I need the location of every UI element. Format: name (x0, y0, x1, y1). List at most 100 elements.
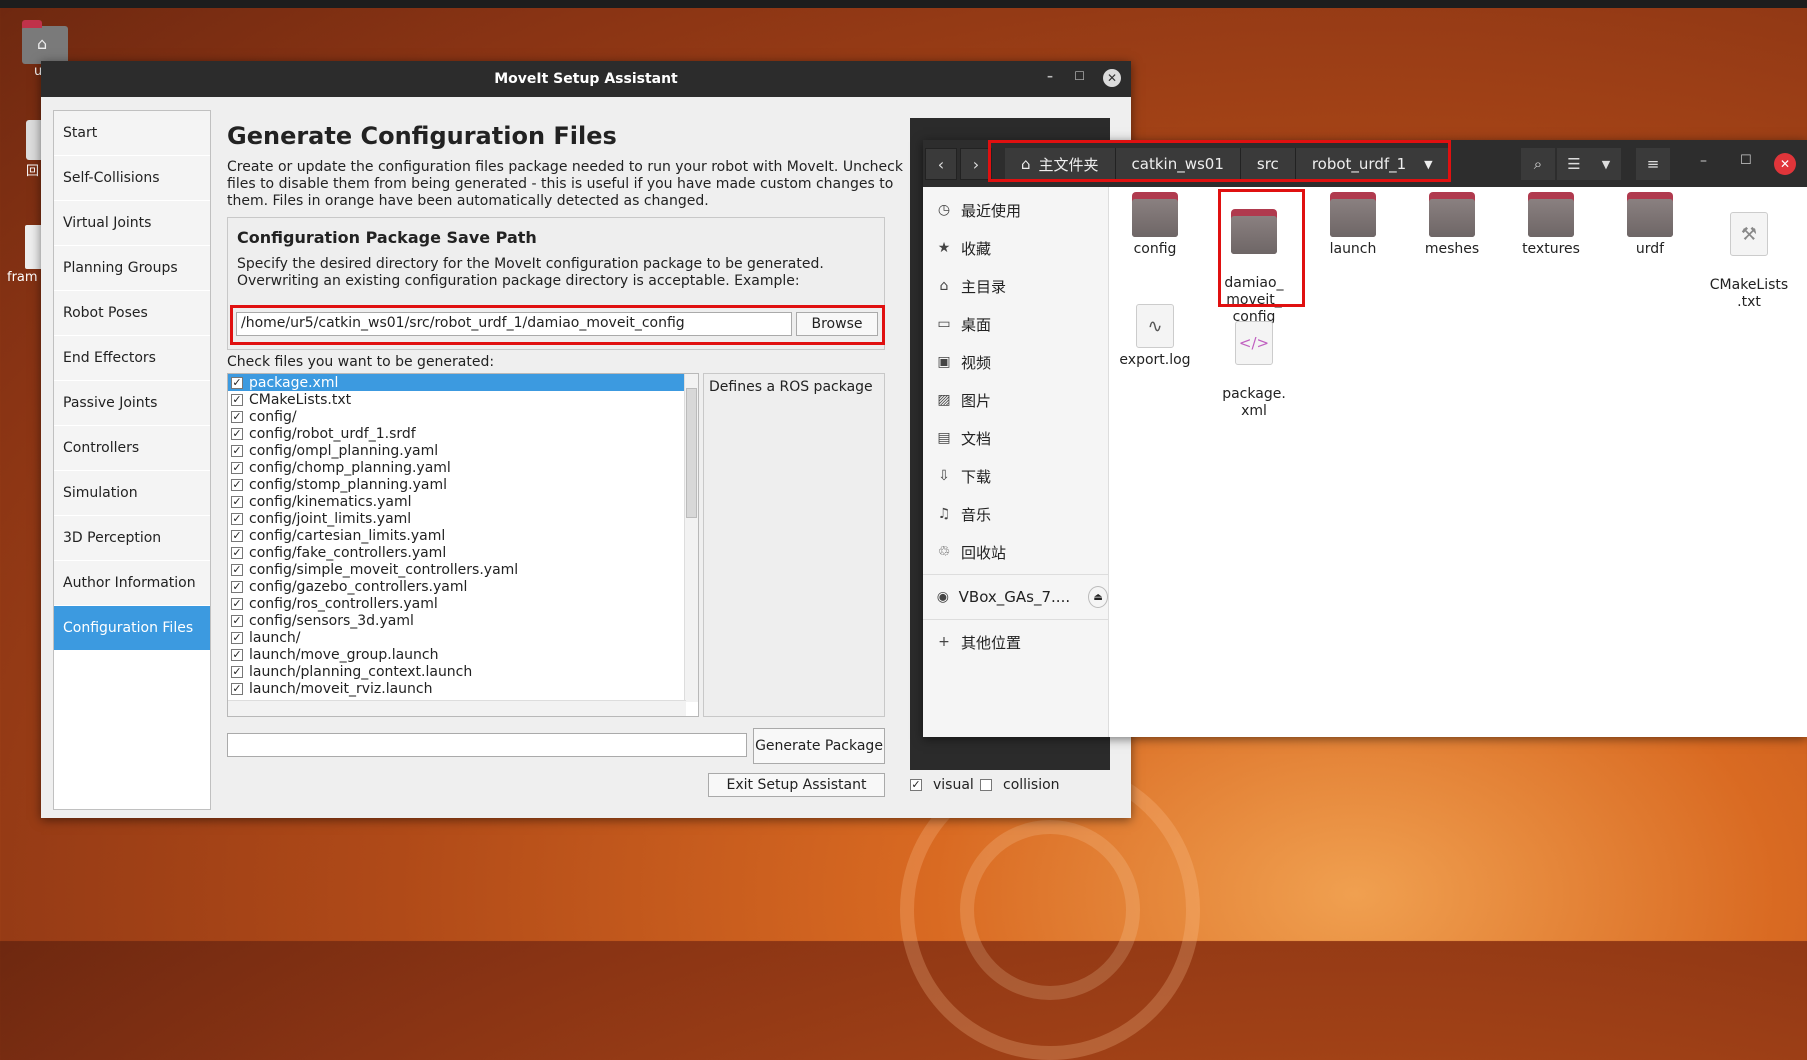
checkbox-checked-icon: ✓ (910, 778, 922, 791)
checkbox-checked-icon[interactable]: ✓ (231, 495, 243, 508)
file-list-row[interactable]: ✓ config/gazebo_controllers.yaml (228, 578, 698, 595)
nav-item-end-effectors[interactable]: End Effectors (54, 336, 210, 381)
folder-item[interactable]: config (1110, 192, 1200, 258)
file-list-row[interactable]: ✓ launch/ (228, 629, 698, 646)
file-list-row[interactable]: ✓ config/fake_controllers.yaml (228, 544, 698, 561)
nav-item-start[interactable]: Start (54, 111, 210, 156)
eject-icon[interactable]: ⏏ (1088, 586, 1108, 608)
sidebar-item-device[interactable]: ◉ VBox_GAs_7.... ⏏ (923, 578, 1108, 616)
maximize-button[interactable]: ☐ (1740, 153, 1752, 168)
annotation-highlight (230, 305, 885, 345)
file-item[interactable]: ⚒ CMakeLists .txt (1704, 195, 1794, 311)
checkbox-checked-icon[interactable]: ✓ (231, 580, 243, 593)
collision-checkbox[interactable]: collision (980, 777, 1060, 793)
folder-icon (1429, 192, 1475, 237)
scroll-thumb[interactable] (686, 388, 697, 518)
folder-item[interactable]: launch (1308, 192, 1398, 258)
menu-button[interactable]: ≡ (1636, 148, 1670, 180)
checkbox-checked-icon[interactable]: ✓ (231, 682, 243, 695)
close-button[interactable]: ✕ (1103, 69, 1121, 87)
nav-item-planning-groups[interactable]: Planning Groups (54, 246, 210, 291)
sidebar-item-recent[interactable]: ◷ 最近使用 (923, 191, 1108, 229)
view-list-button[interactable]: ☰ (1557, 148, 1591, 180)
checkbox-checked-icon[interactable]: ✓ (231, 512, 243, 525)
minimize-button[interactable]: – (1700, 153, 1707, 169)
nav-item-self-collisions[interactable]: Self-Collisions (54, 156, 210, 201)
checkbox-checked-icon[interactable]: ✓ (231, 648, 243, 661)
vertical-scrollbar[interactable] (684, 374, 698, 702)
file-list-row[interactable]: ✓ config/simple_moveit_controllers.yaml (228, 561, 698, 578)
sidebar-item-documents[interactable]: ▤ 文档 (923, 419, 1108, 457)
exit-setup-assistant-button[interactable]: Exit Setup Assistant (708, 773, 885, 797)
nav-item-controllers[interactable]: Controllers (54, 426, 210, 471)
sidebar-item-music[interactable]: ♫ 音乐 (923, 495, 1108, 533)
generate-package-button[interactable]: Generate Package (753, 728, 885, 764)
checkbox-checked-icon[interactable]: ✓ (231, 563, 243, 576)
horizontal-scrollbar[interactable] (228, 700, 686, 716)
checkbox-checked-icon[interactable]: ✓ (231, 614, 243, 627)
file-list[interactable]: ✓ package.xml ✓ CMakeLists.txt ✓ config/ ✓ conf… (227, 373, 699, 717)
file-list-row[interactable]: ✓ launch/planning_context.launch (228, 663, 698, 680)
sidebar-item-pictures[interactable]: ▨ 图片 (923, 381, 1108, 419)
nav-item-configuration-files[interactable]: Configuration Files (54, 606, 210, 651)
desktop-icon-label: 回 (26, 164, 40, 179)
list-icon: ☰ (1567, 155, 1581, 173)
file-list-row[interactable]: ✓ launch/move_group.launch (228, 646, 698, 663)
sidebar-item-trash[interactable]: ♲ 回收站 (923, 533, 1108, 571)
checkbox-checked-icon[interactable]: ✓ (231, 597, 243, 610)
file-list-row[interactable]: ✓ package.xml (228, 374, 698, 391)
file-item[interactable]: </> package. xml (1209, 304, 1299, 420)
sidebar-item-downloads[interactable]: ⇩ 下载 (923, 457, 1108, 495)
file-list-row[interactable]: ✓ config/cartesian_limits.yaml (228, 527, 698, 544)
checkbox-checked-icon[interactable]: ✓ (231, 444, 243, 457)
search-button[interactable]: ⌕ (1521, 148, 1555, 180)
music-icon: ♫ (937, 506, 951, 522)
file-list-row[interactable]: ✓ config/joint_limits.yaml (228, 510, 698, 527)
view-options-button[interactable]: ▼ (1591, 148, 1621, 180)
sidebar-item-videos[interactable]: ▣ 视频 (923, 343, 1108, 381)
file-list-row[interactable]: ✓ config/sensors_3d.yaml (228, 612, 698, 629)
file-list-row[interactable]: ✓ config/robot_urdf_1.srdf (228, 425, 698, 442)
checkbox-checked-icon[interactable]: ✓ (231, 427, 243, 440)
file-item[interactable]: ∿ export.log (1110, 304, 1200, 369)
minimize-button[interactable]: – (1047, 69, 1053, 83)
checkbox-checked-icon[interactable]: ✓ (231, 410, 243, 423)
folder-item[interactable]: meshes (1407, 192, 1497, 258)
desktop-file[interactable]: fram (7, 225, 43, 295)
visual-checkbox[interactable]: ✓ visual (910, 777, 974, 793)
nav-item-author-information[interactable]: Author Information (54, 561, 210, 606)
nav-item-passive-joints[interactable]: Passive Joints (54, 381, 210, 426)
file-list-row[interactable]: ✓ config/ (228, 408, 698, 425)
sidebar-label: 音乐 (961, 505, 992, 524)
maximize-button[interactable]: ☐ (1074, 69, 1085, 83)
nav-item-3d-perception[interactable]: 3D Perception (54, 516, 210, 561)
nav-item-robot-poses[interactable]: Robot Poses (54, 291, 210, 336)
checkbox-checked-icon[interactable]: ✓ (231, 631, 243, 644)
sidebar-item-starred[interactable]: ★ 收藏 (923, 229, 1108, 267)
checkbox-checked-icon[interactable]: ✓ (231, 529, 243, 542)
file-list-row[interactable]: ✓ CMakeLists.txt (228, 391, 698, 408)
file-list-row[interactable]: ✓ launch/moveit_rviz.launch (228, 680, 698, 697)
nav-item-simulation[interactable]: Simulation (54, 471, 210, 516)
folder-item[interactable]: textures (1506, 192, 1596, 258)
sidebar-item-desktop[interactable]: ▭ 桌面 (923, 305, 1108, 343)
checkbox-checked-icon[interactable]: ✓ (231, 376, 243, 389)
file-list-row[interactable]: ✓ config/kinematics.yaml (228, 493, 698, 510)
checkbox-checked-icon[interactable]: ✓ (231, 546, 243, 559)
save-path-title: Configuration Package Save Path (237, 228, 537, 247)
file-list-row[interactable]: ✓ config/stomp_planning.yaml (228, 476, 698, 493)
back-button[interactable]: ‹ (925, 148, 957, 180)
checkbox-checked-icon[interactable]: ✓ (231, 461, 243, 474)
sidebar-item-other-locations[interactable]: + 其他位置 (923, 623, 1108, 661)
close-button[interactable]: ✕ (1774, 153, 1796, 175)
checkbox-checked-icon[interactable]: ✓ (231, 393, 243, 406)
sidebar-nav: Start Self-Collisions Virtual Joints Pla… (53, 110, 211, 810)
sidebar-item-home[interactable]: ⌂ 主目录 (923, 267, 1108, 305)
file-list-row[interactable]: ✓ config/ros_controllers.yaml (228, 595, 698, 612)
nav-item-virtual-joints[interactable]: Virtual Joints (54, 201, 210, 246)
file-list-row[interactable]: ✓ config/chomp_planning.yaml (228, 459, 698, 476)
folder-item[interactable]: urdf (1605, 192, 1695, 258)
checkbox-checked-icon[interactable]: ✓ (231, 478, 243, 491)
checkbox-checked-icon[interactable]: ✓ (231, 665, 243, 678)
file-list-row[interactable]: ✓ config/ompl_planning.yaml (228, 442, 698, 459)
